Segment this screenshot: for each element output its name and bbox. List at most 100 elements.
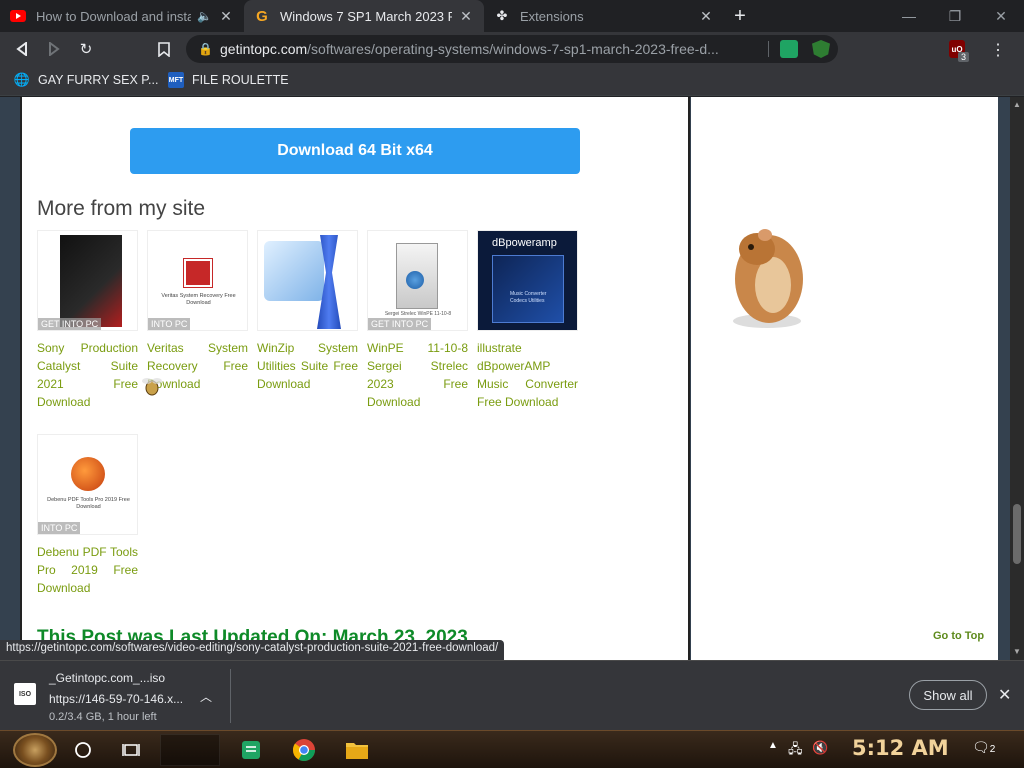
watermark: INTO PC [148,318,191,330]
address-bar[interactable]: 🔒 getintopc.com/softwares/operating-syst… [186,35,838,63]
minimize-button[interactable]: — [886,0,932,32]
tab-title: How to Download and install [36,8,192,24]
restore-button[interactable]: ❐ [932,0,978,32]
thumb-caption: Music Converter Codecs Utilities [510,291,547,304]
lock-icon: 🔒 [198,42,213,56]
thumb-caption: Veritas System Recovery Free Download [161,293,236,306]
download-64bit-button[interactable]: Download 64 Bit x64 [130,128,580,174]
watermark: GET INTO PC [368,318,432,330]
post-thumbnail[interactable]: GET INTO PC [37,230,138,331]
show-hidden-icons[interactable]: ▲ [768,740,778,751]
shield-extension-icon[interactable] [812,40,830,58]
post-thumbnail[interactable] [257,230,358,331]
task-view-icon[interactable] [118,737,144,763]
taskbar-clock[interactable]: 5:12 AM [852,736,949,760]
post-link[interactable]: WinZip System Utilities Suite Free Downl… [257,339,358,393]
tab-youtube[interactable]: How to Download and install 🔈 ✕ [0,0,244,32]
tab-close-icon[interactable]: ✕ [218,8,234,25]
forward-icon [49,42,60,56]
bookmark-button[interactable] [152,37,176,61]
go-to-top-link[interactable]: Go to Top [933,630,984,642]
search-circle-icon[interactable] [70,737,96,763]
volume-muted-icon[interactable]: 🔇 [812,740,828,756]
main-content: Download 64 Bit x64 More from my site GE… [20,97,690,660]
debenu-logo-icon [71,457,105,491]
thumb-caption: Debenu PDF Tools Pro 2019 Free Download [47,497,130,510]
dbpoweramp-label: dBpoweramp [492,237,557,249]
reload-icon: ↻ [79,41,93,58]
web-page: Download 64 Bit x64 More from my site GE… [0,97,1010,660]
back-icon [16,42,27,56]
tab-close-icon[interactable]: ✕ [458,8,474,25]
tab-title: Extensions [520,8,584,24]
puzzle-icon: ✤ [496,8,508,23]
post-thumbnail[interactable]: Debenu PDF Tools Pro 2019 Free Download … [37,434,138,535]
reload-button[interactable]: ↻ [74,37,98,61]
tab-getintopc[interactable]: G Windows 7 SP1 March 2023 Free ✕ [244,0,484,32]
tab-extensions[interactable]: ✤ Extensions ✕ [484,0,724,32]
scroll-down-icon[interactable]: ▼ [1010,647,1024,656]
download-url[interactable]: https://146-59-70-146.x... [49,692,183,706]
close-icon[interactable]: ✕ [998,685,1011,705]
scroll-up-icon[interactable]: ▲ [1010,100,1024,109]
related-post-card[interactable]: Debenu PDF Tools Pro 2019 Free Download … [37,434,138,597]
veritas-logo-icon [183,258,213,288]
windows-taskbar: ▲ 🖧 🔇 5:12 AM 🗨2 [0,730,1024,768]
show-all-button[interactable]: Show all [909,680,987,710]
new-tab-button[interactable]: + [728,4,752,28]
iso-file-icon: ISO [14,683,36,705]
dbpoweramp-box-art [492,255,564,323]
related-post-card[interactable]: Sergei Strelec WinPE 11-10-8 GET INTO PC… [367,230,468,411]
related-post-card[interactable]: dBpoweramp Music Converter Codecs Utilit… [477,230,578,411]
winzip-box-art [264,241,324,301]
start-button[interactable] [13,733,57,767]
post-thumbnail[interactable]: dBpoweramp Music Converter Codecs Utilit… [477,230,578,331]
getintopc-icon: G [256,7,268,25]
hamster-image [723,223,807,333]
divider [230,669,231,723]
forward-button[interactable] [42,37,66,61]
post-thumbnail[interactable]: Veritas System Recovery Free Download IN… [147,230,248,331]
chevron-up-icon[interactable]: ︿ [200,688,212,705]
related-post-card[interactable]: WinZip System Utilities Suite Free Downl… [257,230,358,393]
related-post-card[interactable]: Veritas System Recovery Free Download IN… [147,230,248,393]
more-from-site-heading: More from my site [37,197,206,220]
bookmark-icon [158,41,170,57]
vertical-scrollbar[interactable]: ▲ ▼ [1010,97,1024,660]
taskbar-slot[interactable] [160,734,220,766]
right-sidebar: Go to Top [691,97,998,660]
tab-close-icon[interactable]: ✕ [698,8,714,25]
ublock-count-badge: 3 [958,52,970,62]
back-button[interactable] [10,37,34,61]
related-post-card[interactable]: GET INTO PC Sony Production Catalyst Sui… [37,230,138,411]
bookmark-item[interactable]: 🌐 GAY FURRY SEX P... [13,72,159,88]
chrome-icon[interactable] [291,737,317,763]
file-explorer-icon[interactable] [344,737,370,763]
post-link[interactable]: Sony Production Catalyst Suite 2021 Free… [37,339,138,411]
speaker-muted-icon[interactable]: 🔈 [197,9,212,23]
download-filename[interactable]: _Getintopc.com_...iso [49,671,165,685]
globe-icon: 🌐 [13,72,31,87]
bookmark-item[interactable]: MFT FILE ROULETTE [168,72,289,88]
catalyst-box-art [60,235,122,327]
menu-kebab-icon[interactable]: ⋮ [990,40,1006,60]
close-window-button[interactable]: ✕ [978,0,1024,32]
post-link[interactable]: WinPE 11-10-8 Sergei Strelec 2023 Free D… [367,339,468,411]
notes-extension-icon[interactable] [780,40,798,58]
notification-center-icon[interactable]: 🗨2 [972,739,995,756]
post-link[interactable]: Debenu PDF Tools Pro 2019 Free Download [37,543,138,597]
bookmarks-bar: 🌐 GAY FURRY SEX P... MFT FILE ROULETTE [0,66,1024,96]
network-icon[interactable]: 🖧 [788,740,803,762]
post-link[interactable]: illustrate dBpowerAMP Music Converter Fr… [477,339,578,411]
tab-title: Windows 7 SP1 March 2023 Free [280,8,452,24]
bee-cursor-icon [140,374,164,398]
notes-app-icon[interactable] [238,737,264,763]
post-thumbnail[interactable]: Sergei Strelec WinPE 11-10-8 GET INTO PC [367,230,468,331]
link-status-bubble: https://getintopc.com/softwares/video-ed… [0,640,505,660]
mft-icon: MFT [168,72,184,88]
download-progress: 0.2/3.4 GB, 1 hour left [49,711,157,723]
download-shelf: ISO _Getintopc.com_...iso https://146-59… [0,660,1024,730]
watermark: GET INTO PC [38,318,102,330]
thumb-caption: Sergei Strelec WinPE 11-10-8 [384,311,452,317]
scrollbar-thumb[interactable] [1013,504,1021,564]
